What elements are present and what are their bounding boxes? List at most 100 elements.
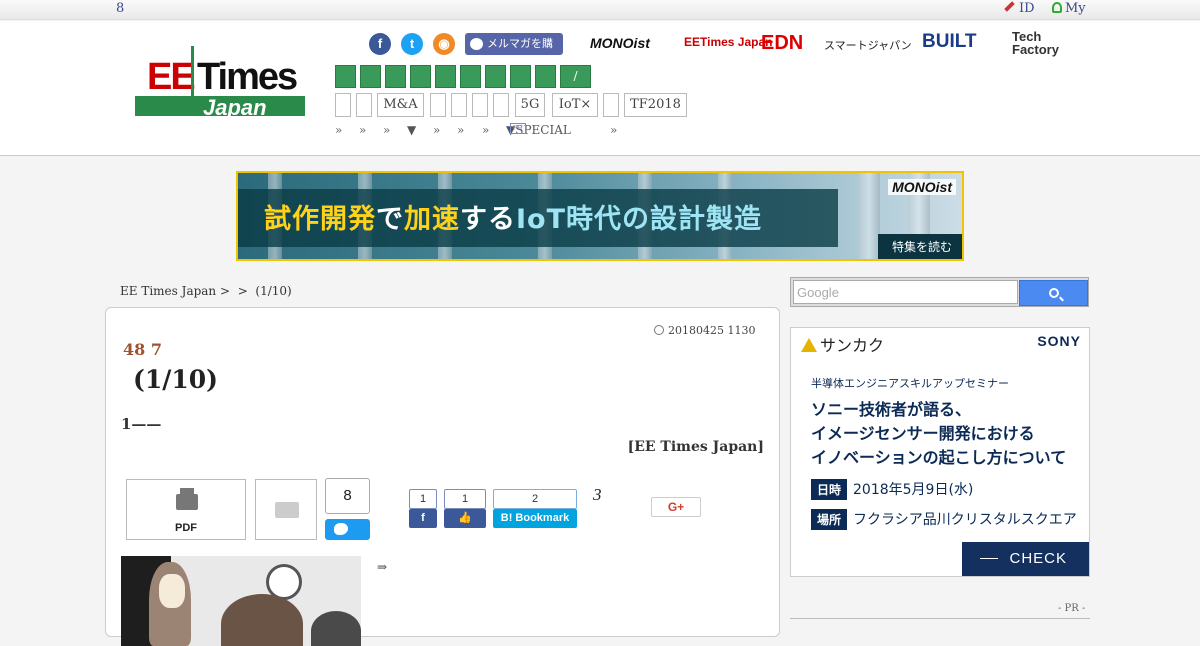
breadcrumb-separator: > xyxy=(220,284,231,298)
breadcrumb-current: (1/10) xyxy=(255,284,292,298)
nav-category-9[interactable] xyxy=(535,65,556,88)
sub-category-tf2018[interactable]: TF2018 xyxy=(624,93,687,117)
triangle-icon xyxy=(801,338,817,352)
publish-date: 20180425 1130 xyxy=(654,324,755,337)
person-icon xyxy=(1052,2,1062,13)
top-banner-ad[interactable]: 試作開発で加速するIoT時代の設計製造 MONOist 特集を読む xyxy=(236,171,964,261)
mail-plus-icon xyxy=(275,502,299,518)
hatena-bookmark-button[interactable]: B! Bookmark xyxy=(493,509,577,528)
more-link-7[interactable]: » xyxy=(610,123,617,137)
facebook-icon[interactable]: f xyxy=(369,33,391,55)
nav-category-7[interactable] xyxy=(485,65,506,88)
more-link-1[interactable]: » xyxy=(335,123,342,137)
site-logo[interactable]: EE Times Japan xyxy=(135,46,305,120)
banner-headline: 試作開発で加速するIoT時代の設計製造 xyxy=(264,204,763,235)
breadcrumb: EE Times Japan > > (1/10) xyxy=(120,284,292,298)
sub-category-2[interactable] xyxy=(356,93,372,117)
pdf-button[interactable]: PDF xyxy=(126,479,246,540)
top-bar-count: 8 xyxy=(116,1,125,16)
my-link[interactable]: My xyxy=(1052,1,1086,16)
tweet-button[interactable] xyxy=(325,519,370,540)
pr-badge: PR xyxy=(510,123,526,134)
google-plus-button[interactable]: G+ xyxy=(651,497,701,517)
sub-category-4[interactable] xyxy=(430,93,446,117)
search-icon xyxy=(1049,288,1059,298)
facebook-share-button[interactable]: f xyxy=(409,509,437,528)
breadcrumb-separator: > xyxy=(237,284,248,298)
facebook-share-count: 1 xyxy=(409,489,437,509)
mail-icon xyxy=(470,38,483,50)
partner-edn[interactable]: EDN xyxy=(761,32,803,55)
sub-category-5[interactable] xyxy=(451,93,467,117)
article-image xyxy=(121,556,361,646)
search-button[interactable] xyxy=(1019,280,1088,306)
caption-arrow: ⇒ xyxy=(377,560,388,574)
sub-category-1[interactable] xyxy=(335,93,351,117)
nav-category-2[interactable] xyxy=(360,65,381,88)
nav-category-4[interactable] xyxy=(410,65,431,88)
site-search xyxy=(790,277,1089,307)
logo-japan: Japan xyxy=(203,95,267,120)
arrow-right-icon xyxy=(980,558,998,559)
nav-category-3[interactable] xyxy=(385,65,406,88)
sub-category-6[interactable] xyxy=(472,93,488,117)
rss-icon[interactable]: ◉ xyxy=(433,33,455,55)
banner-brand: MONOist xyxy=(888,179,956,195)
more-link-3[interactable]: » xyxy=(383,123,390,137)
ad-brand-right: SONY xyxy=(1037,333,1081,349)
share-count-3: 3 xyxy=(593,485,602,504)
site-header: EE Times Japan f t ◉ メルマガを購読 MONOist EET… xyxy=(0,21,1200,156)
banner-read-more[interactable]: 特集を読む xyxy=(877,234,962,259)
partner-built[interactable]: BUILT xyxy=(922,31,977,53)
clip-button[interactable] xyxy=(255,479,317,540)
twitter-bird-icon xyxy=(334,523,348,535)
more-link-4[interactable]: » xyxy=(433,123,440,137)
ad-headline: ソニー技術者が語る、 イメージセンサー開発における イノベーションの起こし方につ… xyxy=(811,400,1067,467)
dropdown-link[interactable]: ▼ xyxy=(407,123,416,137)
logo-divider xyxy=(191,46,194,96)
article-card: 20180425 1130 48 7 (1/10) 1—— [EE Times … xyxy=(105,307,780,646)
hatena-count: 2 xyxy=(493,489,577,509)
partner-monoist[interactable]: MONOist xyxy=(590,35,650,51)
newsletter-button[interactable]: メルマガを購読 xyxy=(465,33,563,72)
article-kicker: 48 7 xyxy=(123,340,162,359)
top-bar: 8 ID My xyxy=(0,0,1200,20)
nav-category-10[interactable]: / xyxy=(560,65,591,88)
search-input[interactable] xyxy=(793,280,1018,304)
more-link-2[interactable]: » xyxy=(359,123,366,137)
like-button[interactable]: 👍 xyxy=(444,509,486,528)
sidebar-ad[interactable]: サンカク SONY 半導体エンジニアスキルアップセミナー ソニー技術者が語る、 … xyxy=(790,327,1090,577)
sub-category-7[interactable] xyxy=(493,93,509,117)
article-lead: 1—— xyxy=(121,415,162,433)
nav-category-1[interactable] xyxy=(335,65,356,88)
article-title: (1/10) xyxy=(133,365,218,394)
ad-check-button[interactable]: CHECK xyxy=(962,542,1089,576)
more-link-5[interactable]: » xyxy=(457,123,464,137)
my-label: My xyxy=(1065,1,1086,16)
breadcrumb-home[interactable]: EE Times Japan xyxy=(120,284,216,298)
partner-techfactory[interactable]: Tech Factory xyxy=(1012,30,1088,56)
like-count: 1 xyxy=(444,489,486,509)
id-label: ID xyxy=(1019,1,1035,16)
pencil-icon xyxy=(1004,1,1015,12)
pdf-label: PDF xyxy=(175,522,197,534)
clock-icon xyxy=(654,325,664,335)
tweet-count: 8 xyxy=(325,478,370,514)
article-byline: [EE Times Japan] xyxy=(627,439,764,455)
logo-times: Times xyxy=(197,56,298,98)
sub-category-10[interactable] xyxy=(603,93,619,117)
twitter-icon[interactable]: t xyxy=(401,33,423,55)
id-link[interactable]: ID xyxy=(1004,1,1035,16)
partner-eetimes[interactable]: EETimes Japan xyxy=(684,35,773,49)
nav-category-6[interactable] xyxy=(460,65,481,88)
partner-smartjapan[interactable]: スマートジャパン xyxy=(824,37,912,53)
sub-category-5g[interactable]: 5G xyxy=(515,93,545,117)
sub-category-iot[interactable]: IoT× xyxy=(552,93,598,117)
nav-category-8[interactable] xyxy=(510,65,531,88)
nav-category-5[interactable] xyxy=(435,65,456,88)
sub-category-ma[interactable]: M&A xyxy=(377,93,424,117)
ad-place-row: 場所 フクラシア品川クリスタルスクエア xyxy=(811,509,1077,530)
printer-icon xyxy=(176,488,198,510)
pr-divider xyxy=(790,618,1090,619)
more-link-6[interactable]: » xyxy=(482,123,489,137)
